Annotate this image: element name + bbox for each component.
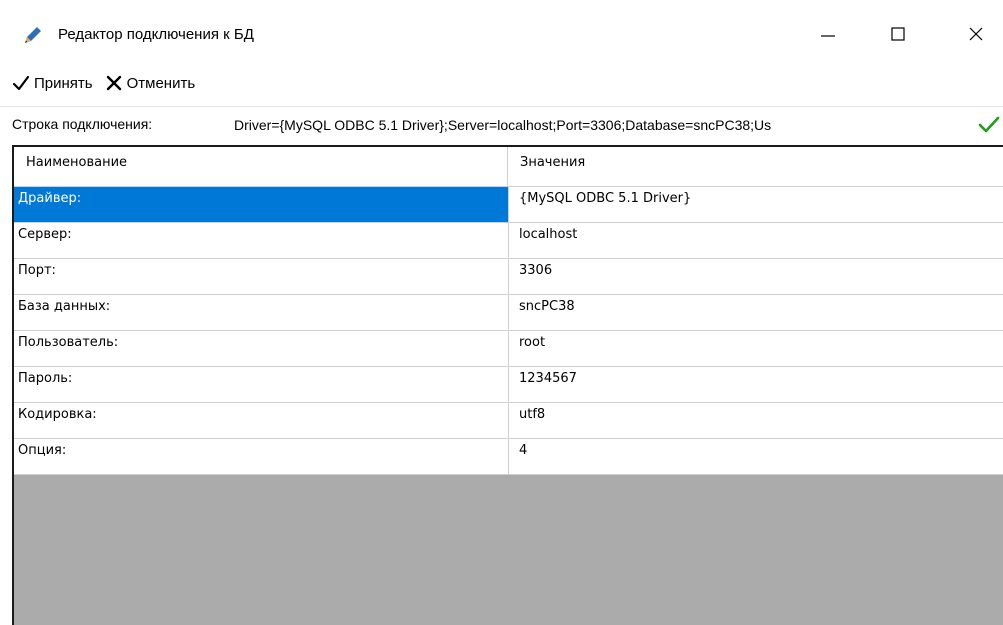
- table-row[interactable]: Кодировка: utf8: [14, 403, 1003, 439]
- close-button[interactable]: [956, 18, 996, 50]
- row-value-cell[interactable]: root: [509, 331, 1003, 366]
- table-row[interactable]: Драйвер: {MySQL ODBC 5.1 Driver}: [14, 187, 1003, 223]
- row-value-cell[interactable]: localhost: [509, 223, 1003, 258]
- row-value-cell[interactable]: 4: [509, 439, 1003, 474]
- connection-bar: Строка подключения: Driver={MySQL ODBC 5…: [0, 106, 1003, 140]
- row-name-cell[interactable]: Кодировка:: [14, 403, 509, 438]
- row-name-cell[interactable]: Опция:: [14, 439, 509, 474]
- row-name-cell[interactable]: Пользователь:: [14, 331, 509, 366]
- cancel-label: Отменить: [126, 74, 196, 92]
- row-value-cell[interactable]: {MySQL ODBC 5.1 Driver}: [509, 187, 1003, 222]
- maximize-button[interactable]: [878, 18, 918, 50]
- accept-label: Принять: [34, 74, 93, 92]
- column-header-value[interactable]: Значения: [508, 147, 1003, 186]
- apply-connection-button[interactable]: [978, 116, 1000, 134]
- cross-icon: [106, 75, 121, 91]
- toolbar: Принять Отменить: [0, 64, 1003, 102]
- row-value-cell[interactable]: 1234567: [509, 367, 1003, 402]
- table-row[interactable]: База данных: sncPC38: [14, 295, 1003, 331]
- properties-grid: Наименование Значения Драйвер: {MySQL OD…: [12, 145, 1003, 625]
- table-row[interactable]: Пользователь: root: [14, 331, 1003, 367]
- minimize-button[interactable]: [808, 18, 848, 50]
- connection-string-label: Строка подключения:: [12, 116, 153, 132]
- row-name-cell[interactable]: Порт:: [14, 259, 509, 294]
- row-name-cell[interactable]: База данных:: [14, 295, 509, 330]
- grid-header: Наименование Значения: [14, 147, 1003, 187]
- connection-string-input[interactable]: Driver={MySQL ODBC 5.1 Driver};Server=lo…: [232, 112, 972, 138]
- pencil-icon: [22, 24, 44, 46]
- table-row[interactable]: Опция: 4: [14, 439, 1003, 475]
- accept-button[interactable]: Принять: [8, 69, 97, 97]
- cancel-button[interactable]: Отменить: [101, 69, 200, 97]
- row-name-cell[interactable]: Сервер:: [14, 223, 509, 258]
- maximize-icon: [891, 27, 905, 41]
- row-name-cell[interactable]: Драйвер:: [14, 187, 509, 222]
- row-value-cell[interactable]: 3306: [509, 259, 1003, 294]
- row-value-cell[interactable]: utf8: [509, 403, 1003, 438]
- checkmark-icon: [12, 75, 30, 91]
- close-icon: [969, 27, 983, 41]
- green-check-icon: [978, 116, 1000, 133]
- window-title: Редактор подключения к БД: [58, 26, 254, 43]
- minimize-icon: [821, 35, 835, 37]
- table-row[interactable]: Пароль: 1234567: [14, 367, 1003, 403]
- column-header-name[interactable]: Наименование: [14, 147, 508, 186]
- row-name-cell[interactable]: Пароль:: [14, 367, 509, 402]
- row-value-cell[interactable]: sncPC38: [509, 295, 1003, 330]
- title-bar: Редактор подключения к БД: [0, 0, 1003, 64]
- table-row[interactable]: Порт: 3306: [14, 259, 1003, 295]
- table-row[interactable]: Сервер: localhost: [14, 223, 1003, 259]
